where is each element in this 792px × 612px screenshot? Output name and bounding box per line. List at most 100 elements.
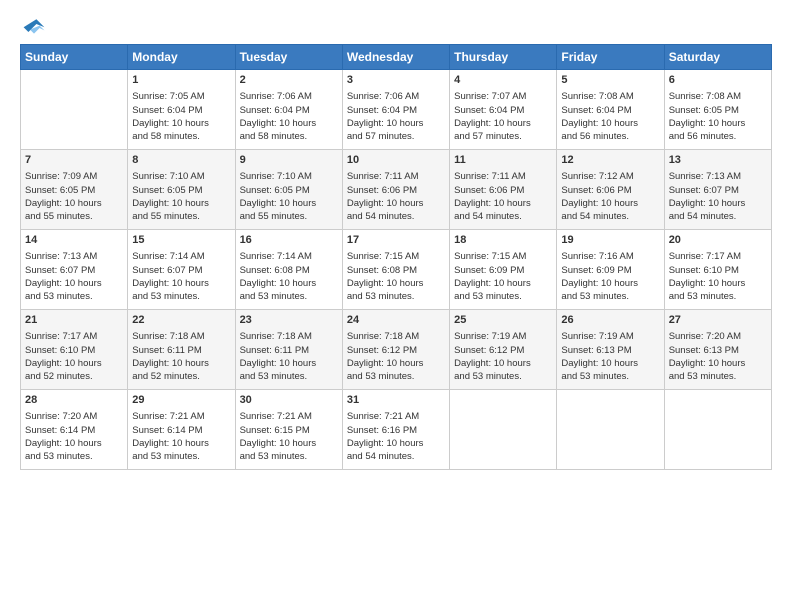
day-number: 26 bbox=[561, 313, 659, 328]
day-number: 9 bbox=[240, 153, 338, 168]
day-number: 5 bbox=[561, 73, 659, 88]
header-row: SundayMondayTuesdayWednesdayThursdayFrid… bbox=[21, 45, 772, 70]
column-header-thursday: Thursday bbox=[450, 45, 557, 70]
logo bbox=[20, 16, 46, 36]
day-number: 19 bbox=[561, 233, 659, 248]
week-row-2: 7Sunrise: 7:09 AM Sunset: 6:05 PM Daylig… bbox=[21, 150, 772, 230]
day-info: Sunrise: 7:09 AM Sunset: 6:05 PM Dayligh… bbox=[25, 170, 123, 223]
day-info: Sunrise: 7:07 AM Sunset: 6:04 PM Dayligh… bbox=[454, 90, 552, 143]
day-number: 1 bbox=[132, 73, 230, 88]
calendar-cell: 22 Sunrise: 7:18 AM Sunset: 6:11 PM Dayli… bbox=[128, 310, 235, 390]
day-info: Sunrise: 7:17 AM Sunset: 6:10 PM Dayligh… bbox=[669, 250, 767, 303]
day-number: 14 bbox=[25, 233, 123, 248]
calendar-cell: 27 Sunrise: 7:20 AM Sunset: 6:13 PM Dayli… bbox=[664, 310, 771, 390]
day-number: 22 bbox=[132, 313, 230, 328]
day-number: 31 bbox=[347, 393, 445, 408]
day-number: 21 bbox=[25, 313, 123, 328]
day-info: Sunrise: 7:17 AM Sunset: 6:10 PM Dayligh… bbox=[25, 330, 123, 383]
day-info: Sunrise: 7:15 AM Sunset: 6:09 PM Dayligh… bbox=[454, 250, 552, 303]
calendar-cell: 5 Sunrise: 7:08 AM Sunset: 6:04 PM Daylig… bbox=[557, 70, 664, 150]
calendar-cell: 23Sunrise: 7:18 AM Sunset: 6:11 PM Dayli… bbox=[235, 310, 342, 390]
day-info: Sunrise: 7:16 AM Sunset: 6:09 PM Dayligh… bbox=[561, 250, 659, 303]
day-number: 29 bbox=[132, 393, 230, 408]
day-number: 10 bbox=[347, 153, 445, 168]
week-row-5: 28 Sunrise: 7:20 AM Sunset: 6:14 PM Dayli… bbox=[21, 390, 772, 470]
calendar-cell: 29 Sunrise: 7:21 AM Sunset: 6:14 PM Dayli… bbox=[128, 390, 235, 470]
calendar-cell: 31 Sunrise: 7:21 AM Sunset: 6:16 PM Dayli… bbox=[342, 390, 449, 470]
calendar-cell: 15 Sunrise: 7:14 AM Sunset: 6:07 PM Dayli… bbox=[128, 230, 235, 310]
day-number: 4 bbox=[454, 73, 552, 88]
calendar-cell bbox=[21, 70, 128, 150]
day-number: 20 bbox=[669, 233, 767, 248]
week-row-1: 1 Sunrise: 7:05 AM Sunset: 6:04 PM Daylig… bbox=[21, 70, 772, 150]
day-info: Sunrise: 7:14 AM Sunset: 6:08 PM Dayligh… bbox=[240, 250, 338, 303]
day-number: 8 bbox=[132, 153, 230, 168]
day-number: 16 bbox=[240, 233, 338, 248]
calendar-cell: 12 Sunrise: 7:12 AM Sunset: 6:06 PM Dayli… bbox=[557, 150, 664, 230]
day-info: Sunrise: 7:13 AM Sunset: 6:07 PM Dayligh… bbox=[669, 170, 767, 223]
day-info: Sunrise: 7:06 AM Sunset: 6:04 PM Dayligh… bbox=[347, 90, 445, 143]
calendar-cell: 24 Sunrise: 7:18 AM Sunset: 6:12 PM Dayli… bbox=[342, 310, 449, 390]
day-number: 27 bbox=[669, 313, 767, 328]
day-info: Sunrise: 7:10 AM Sunset: 6:05 PM Dayligh… bbox=[240, 170, 338, 223]
day-info: Sunrise: 7:11 AM Sunset: 6:06 PM Dayligh… bbox=[454, 170, 552, 223]
day-info: Sunrise: 7:21 AM Sunset: 6:16 PM Dayligh… bbox=[347, 410, 445, 463]
calendar-cell: 25 Sunrise: 7:19 AM Sunset: 6:12 PM Dayli… bbox=[450, 310, 557, 390]
day-info: Sunrise: 7:18 AM Sunset: 6:11 PM Dayligh… bbox=[132, 330, 230, 383]
column-header-sunday: Sunday bbox=[21, 45, 128, 70]
day-number: 6 bbox=[669, 73, 767, 88]
week-row-4: 21 Sunrise: 7:17 AM Sunset: 6:10 PM Dayli… bbox=[21, 310, 772, 390]
calendar-cell: 7Sunrise: 7:09 AM Sunset: 6:05 PM Daylig… bbox=[21, 150, 128, 230]
calendar-cell bbox=[450, 390, 557, 470]
week-row-3: 14 Sunrise: 7:13 AM Sunset: 6:07 PM Dayli… bbox=[21, 230, 772, 310]
calendar-cell: 20 Sunrise: 7:17 AM Sunset: 6:10 PM Dayli… bbox=[664, 230, 771, 310]
header bbox=[20, 16, 772, 36]
day-number: 24 bbox=[347, 313, 445, 328]
day-info: Sunrise: 7:19 AM Sunset: 6:12 PM Dayligh… bbox=[454, 330, 552, 383]
day-number: 15 bbox=[132, 233, 230, 248]
day-info: Sunrise: 7:12 AM Sunset: 6:06 PM Dayligh… bbox=[561, 170, 659, 223]
calendar-cell: 19 Sunrise: 7:16 AM Sunset: 6:09 PM Dayli… bbox=[557, 230, 664, 310]
day-info: Sunrise: 7:18 AM Sunset: 6:12 PM Dayligh… bbox=[347, 330, 445, 383]
day-number: 30 bbox=[240, 393, 338, 408]
day-number: 28 bbox=[25, 393, 123, 408]
day-number: 25 bbox=[454, 313, 552, 328]
day-info: Sunrise: 7:11 AM Sunset: 6:06 PM Dayligh… bbox=[347, 170, 445, 223]
day-number: 12 bbox=[561, 153, 659, 168]
column-header-saturday: Saturday bbox=[664, 45, 771, 70]
day-info: Sunrise: 7:13 AM Sunset: 6:07 PM Dayligh… bbox=[25, 250, 123, 303]
day-number: 13 bbox=[669, 153, 767, 168]
logo-icon bbox=[22, 16, 46, 40]
day-info: Sunrise: 7:15 AM Sunset: 6:08 PM Dayligh… bbox=[347, 250, 445, 303]
day-info: Sunrise: 7:21 AM Sunset: 6:14 PM Dayligh… bbox=[132, 410, 230, 463]
day-info: Sunrise: 7:05 AM Sunset: 6:04 PM Dayligh… bbox=[132, 90, 230, 143]
day-number: 3 bbox=[347, 73, 445, 88]
day-number: 17 bbox=[347, 233, 445, 248]
day-info: Sunrise: 7:10 AM Sunset: 6:05 PM Dayligh… bbox=[132, 170, 230, 223]
calendar-cell: 8 Sunrise: 7:10 AM Sunset: 6:05 PM Daylig… bbox=[128, 150, 235, 230]
calendar-cell: 1 Sunrise: 7:05 AM Sunset: 6:04 PM Daylig… bbox=[128, 70, 235, 150]
day-number: 11 bbox=[454, 153, 552, 168]
calendar-cell: 3 Sunrise: 7:06 AM Sunset: 6:04 PM Daylig… bbox=[342, 70, 449, 150]
calendar-cell: 2Sunrise: 7:06 AM Sunset: 6:04 PM Daylig… bbox=[235, 70, 342, 150]
calendar-cell: 30Sunrise: 7:21 AM Sunset: 6:15 PM Dayli… bbox=[235, 390, 342, 470]
column-header-tuesday: Tuesday bbox=[235, 45, 342, 70]
calendar-cell: 10 Sunrise: 7:11 AM Sunset: 6:06 PM Dayli… bbox=[342, 150, 449, 230]
calendar-cell: 28 Sunrise: 7:20 AM Sunset: 6:14 PM Dayli… bbox=[21, 390, 128, 470]
column-header-monday: Monday bbox=[128, 45, 235, 70]
day-info: Sunrise: 7:08 AM Sunset: 6:05 PM Dayligh… bbox=[669, 90, 767, 143]
calendar-cell: 13 Sunrise: 7:13 AM Sunset: 6:07 PM Dayli… bbox=[664, 150, 771, 230]
day-info: Sunrise: 7:20 AM Sunset: 6:13 PM Dayligh… bbox=[669, 330, 767, 383]
calendar-cell: 26Sunrise: 7:19 AM Sunset: 6:13 PM Dayli… bbox=[557, 310, 664, 390]
page: SundayMondayTuesdayWednesdayThursdayFrid… bbox=[0, 0, 792, 612]
day-info: Sunrise: 7:08 AM Sunset: 6:04 PM Dayligh… bbox=[561, 90, 659, 143]
calendar-cell bbox=[557, 390, 664, 470]
day-info: Sunrise: 7:14 AM Sunset: 6:07 PM Dayligh… bbox=[132, 250, 230, 303]
calendar-cell: 21 Sunrise: 7:17 AM Sunset: 6:10 PM Dayli… bbox=[21, 310, 128, 390]
day-info: Sunrise: 7:20 AM Sunset: 6:14 PM Dayligh… bbox=[25, 410, 123, 463]
column-header-wednesday: Wednesday bbox=[342, 45, 449, 70]
calendar-cell: 16 Sunrise: 7:14 AM Sunset: 6:08 PM Dayli… bbox=[235, 230, 342, 310]
calendar-cell: 4 Sunrise: 7:07 AM Sunset: 6:04 PM Daylig… bbox=[450, 70, 557, 150]
day-number: 23 bbox=[240, 313, 338, 328]
day-number: 2 bbox=[240, 73, 338, 88]
